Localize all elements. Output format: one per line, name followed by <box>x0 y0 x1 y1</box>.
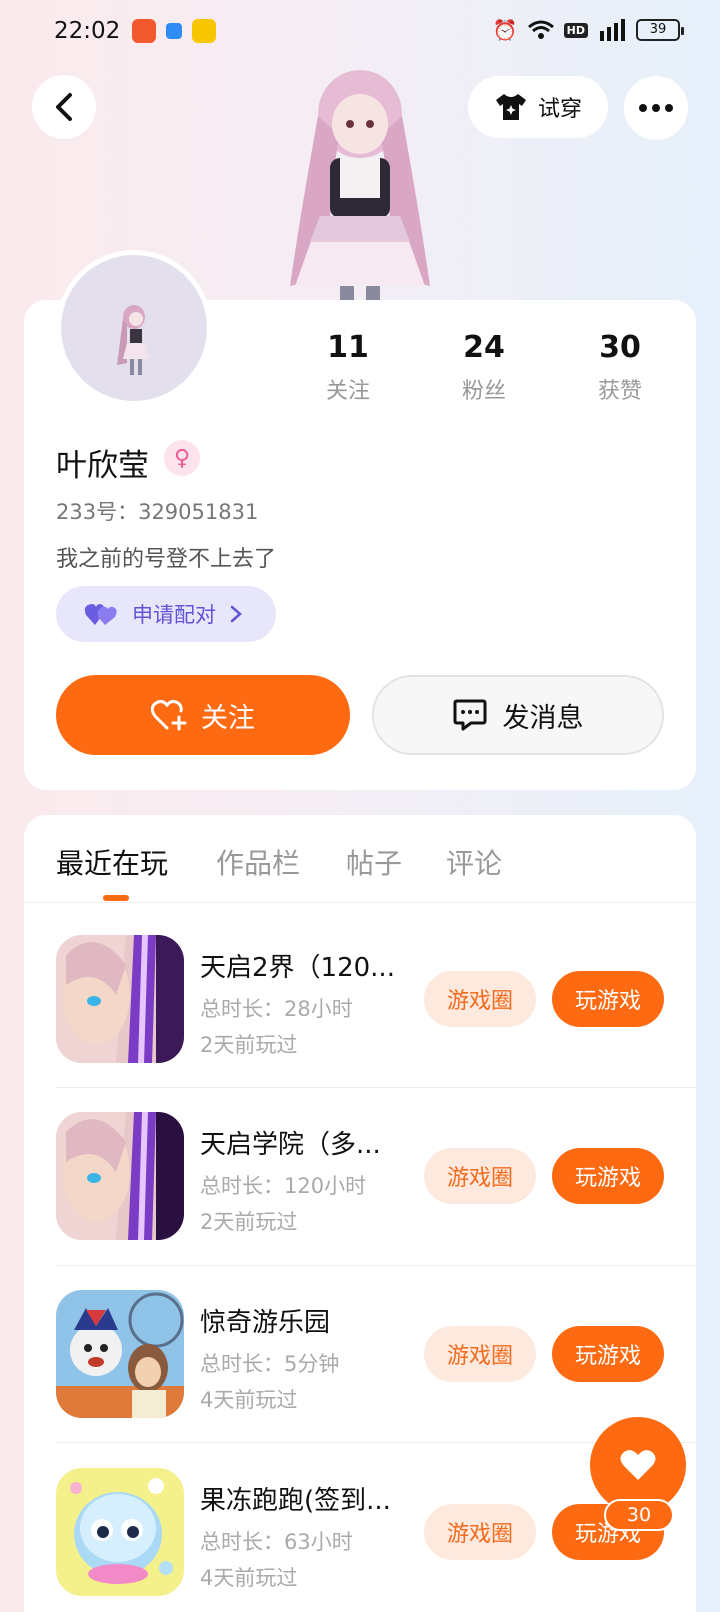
game-title: 果冻跑跑(签到... <box>200 1486 391 1516</box>
send-message-label: 发消息 <box>502 702 584 734</box>
heart-plus-icon <box>151 699 187 731</box>
avatar[interactable] <box>56 250 212 406</box>
game-icon <box>56 1290 184 1418</box>
app-notification-icon <box>192 19 216 43</box>
back-button[interactable] <box>32 75 96 139</box>
game-last-played: 4天前玩过 <box>200 1388 298 1412</box>
tab-works[interactable]: 作品栏 <box>216 842 300 882</box>
game-icon <box>56 1112 184 1240</box>
heart-icon <box>620 1450 656 1480</box>
more-dot-icon <box>652 104 660 112</box>
alarm-icon: ⏰ <box>492 18 518 42</box>
status-time: 22:02 <box>54 18 121 44</box>
play-game-button[interactable]: 玩游戏 <box>552 1148 664 1204</box>
request-match-label: 申请配对 <box>132 603 216 627</box>
game-title: 惊奇游乐园 <box>200 1308 331 1338</box>
stat-value: 30 <box>599 330 641 365</box>
game-circle-button[interactable]: 游戏圈 <box>424 1504 536 1560</box>
game-title: 天启2界（120... <box>200 953 395 983</box>
game-list-item[interactable]: 天启2界（120... 总时长：28小时 2天前玩过 游戏圈 玩游戏 <box>56 935 696 1063</box>
tab-posts[interactable]: 帖子 <box>346 842 402 882</box>
game-duration: 总时长：120小时 <box>200 1174 367 1198</box>
game-duration: 总时长：63小时 <box>200 1530 353 1554</box>
stat-value: 11 <box>327 330 369 365</box>
try-on-button[interactable]: 试穿 <box>468 76 608 138</box>
game-icon <box>56 1468 184 1596</box>
avatar-figure <box>117 305 149 375</box>
send-message-button[interactable]: 发消息 <box>372 675 664 755</box>
tab-comments[interactable]: 评论 <box>446 842 502 882</box>
stat-following[interactable]: 11 关注 <box>288 330 408 405</box>
wifi-icon <box>527 20 554 39</box>
tab-active-indicator <box>103 895 129 901</box>
stat-followers[interactable]: 24 粉丝 <box>424 330 544 405</box>
status-notification-icons <box>132 19 216 43</box>
shirt-icon <box>495 94 526 120</box>
stat-label: 关注 <box>325 379 370 404</box>
game-list-item[interactable]: 天启学院（多... 总时长：120小时 2天前玩过 游戏圈 玩游戏 <box>56 1112 696 1240</box>
chevron-left-icon <box>56 93 72 121</box>
tab-recently-played[interactable]: 最近在玩 <box>56 842 168 882</box>
game-duration: 总时长：28小时 <box>200 997 353 1021</box>
more-options-button[interactable] <box>624 76 688 140</box>
like-count-badge: 30 <box>604 1499 674 1531</box>
chevron-right-icon <box>230 605 242 623</box>
try-on-label: 试穿 <box>537 97 582 122</box>
username: 叶欣莹 <box>56 448 149 484</box>
play-game-button[interactable]: 玩游戏 <box>552 1326 664 1382</box>
user-bio: 我之前的号登不上去了 <box>56 547 277 572</box>
follow-label: 关注 <box>201 702 255 734</box>
game-circle-button[interactable]: 游戏圈 <box>424 1326 536 1382</box>
request-match-button[interactable]: 申请配对 <box>56 586 276 642</box>
game-last-played: 2天前玩过 <box>200 1210 298 1234</box>
play-game-button[interactable]: 玩游戏 <box>552 971 664 1027</box>
stat-label: 获赞 <box>597 379 642 404</box>
hd-icon: HD <box>563 22 588 38</box>
row-divider <box>56 1087 696 1088</box>
game-circle-button[interactable]: 游戏圈 <box>424 971 536 1027</box>
game-list-item[interactable]: 惊奇游乐园 总时长：5分钟 4天前玩过 游戏圈 玩游戏 <box>56 1290 696 1418</box>
battery-icon: 39 <box>636 19 684 41</box>
game-title: 天启学院（多... <box>200 1130 381 1160</box>
signal-icon <box>600 19 625 41</box>
game-last-played: 2天前玩过 <box>200 1033 298 1057</box>
stat-value: 24 <box>463 330 505 365</box>
game-icon <box>56 935 184 1063</box>
game-circle-button[interactable]: 游戏圈 <box>424 1148 536 1204</box>
chat-bubble-icon <box>453 699 486 731</box>
more-dot-icon <box>639 104 647 112</box>
double-heart-icon <box>84 604 117 625</box>
more-dot-icon <box>665 104 673 112</box>
character-figure <box>290 70 430 302</box>
user-id: 233号：329051831 <box>56 500 259 524</box>
battery-level: 39 <box>649 22 667 37</box>
female-gender-icon: ♀ <box>164 440 200 476</box>
app-notification-icon <box>132 19 156 43</box>
game-duration: 总时长：5分钟 <box>200 1352 340 1376</box>
stat-likes[interactable]: 30 获赞 <box>560 330 680 405</box>
game-last-played: 4天前玩过 <box>200 1566 298 1590</box>
follow-button[interactable]: 关注 <box>56 675 350 755</box>
row-divider <box>56 1265 696 1266</box>
tab-divider <box>24 902 696 903</box>
stat-label: 粉丝 <box>461 379 506 404</box>
app-notification-icon <box>166 23 182 39</box>
status-system-icons: ⏰ HD 39 <box>492 18 684 42</box>
